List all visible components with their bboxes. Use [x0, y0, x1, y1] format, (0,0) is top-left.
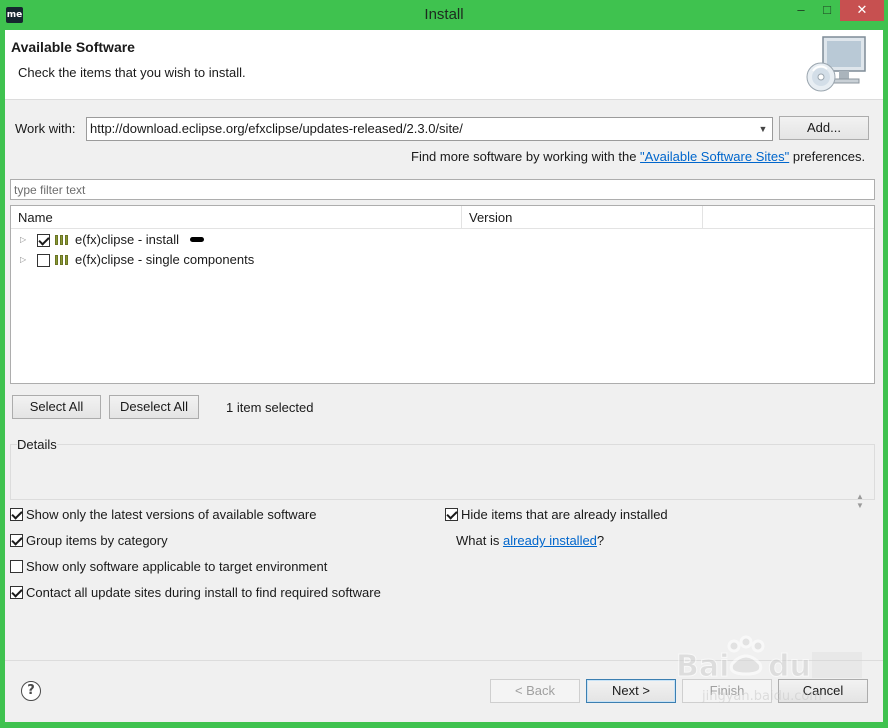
deselect-all-button[interactable]: Deselect All: [109, 395, 199, 419]
window-title: Install: [424, 6, 464, 23]
what-is-prefix: What is: [456, 533, 503, 548]
dialog-body: Work with: http://download.eclipse.org/e…: [5, 100, 883, 660]
feature-category-icon: [55, 255, 69, 265]
work-with-value: http://download.eclipse.org/efxclipse/up…: [90, 121, 463, 136]
chevron-down-icon[interactable]: ▼: [756, 118, 770, 140]
row-checkbox[interactable]: [37, 254, 50, 267]
checkbox[interactable]: [10, 586, 23, 599]
redaction-mark: [190, 237, 204, 242]
row-checkbox[interactable]: [37, 234, 50, 247]
work-with-label: Work with:: [15, 121, 76, 136]
title-bar[interactable]: me Install ‒ □ ✕: [0, 0, 888, 30]
page-subtitle: Check the items that you wish to install…: [18, 65, 246, 80]
software-tree[interactable]: Name Version ▷ e(fx)clipse - install ▷ e…: [10, 205, 875, 384]
option-label: Show only the latest versions of availab…: [26, 507, 317, 522]
details-panel: [10, 444, 875, 500]
select-all-button[interactable]: Select All: [12, 395, 101, 419]
add-site-button[interactable]: Add...: [779, 116, 869, 140]
already-installed-link[interactable]: already installed: [503, 533, 597, 548]
tree-row-label: e(fx)clipse - single components: [75, 252, 255, 267]
feature-category-icon: [55, 235, 69, 245]
column-name[interactable]: Name: [11, 206, 461, 229]
back-button[interactable]: < Back: [490, 679, 580, 703]
checkbox[interactable]: [10, 534, 23, 547]
window-frame: me Install ‒ □ ✕ Available Software Chec…: [0, 0, 888, 728]
checkbox[interactable]: [445, 508, 458, 521]
cancel-button[interactable]: Cancel: [778, 679, 868, 703]
find-more-text: Find more software by working with the "…: [411, 149, 865, 164]
tree-row-label: e(fx)clipse - install: [75, 232, 180, 247]
option-contact-update-sites[interactable]: Contact all update sites during install …: [10, 584, 430, 602]
next-button[interactable]: Next >: [586, 679, 676, 703]
filter-input[interactable]: [11, 180, 874, 199]
option-label: Show only software applicable to target …: [26, 559, 328, 574]
find-more-prefix: Find more software by working with the: [411, 149, 641, 164]
column-version[interactable]: Version: [462, 206, 702, 229]
header-banner: Available Software Check the items that …: [5, 30, 883, 100]
tree-row[interactable]: ▷ e(fx)clipse - single components: [11, 250, 874, 270]
option-hide-installed[interactable]: Hide items that are already installed: [445, 506, 865, 524]
help-icon[interactable]: ?: [21, 681, 41, 701]
selection-status: 1 item selected: [226, 400, 314, 415]
find-more-suffix: preferences.: [789, 149, 866, 164]
option-label: Contact all update sites during install …: [26, 585, 381, 600]
dialog-client: Available Software Check the items that …: [5, 30, 883, 722]
checkbox[interactable]: [10, 560, 23, 573]
page-title: Available Software: [11, 39, 135, 55]
tree-header: Name Version: [11, 206, 874, 229]
minimize-button[interactable]: ‒: [788, 0, 814, 21]
option-label: Hide items that are already installed: [461, 507, 668, 522]
maximize-button[interactable]: □: [814, 0, 840, 21]
column-divider[interactable]: [702, 206, 703, 229]
filter-field[interactable]: [10, 179, 875, 200]
close-button[interactable]: ✕: [840, 0, 884, 21]
dialog-footer: ? < Back Next > Finish Cancel: [5, 661, 883, 722]
details-label: Details: [17, 437, 57, 452]
work-with-combo[interactable]: http://download.eclipse.org/efxclipse/up…: [86, 117, 773, 141]
option-latest-versions[interactable]: Show only the latest versions of availab…: [10, 506, 430, 524]
option-group-by-category[interactable]: Group items by category: [10, 532, 430, 550]
expand-arrow-icon[interactable]: ▷: [20, 234, 28, 246]
available-sites-link[interactable]: "Available Software Sites": [640, 149, 789, 164]
tree-row[interactable]: ▷ e(fx)clipse - install: [11, 230, 874, 250]
what-is-suffix: ?: [596, 533, 605, 548]
finish-button[interactable]: Finish: [682, 679, 772, 703]
option-target-environment[interactable]: Show only software applicable to target …: [10, 558, 430, 576]
expand-arrow-icon[interactable]: ▷: [20, 254, 28, 266]
checkbox[interactable]: [10, 508, 23, 521]
option-label: Group items by category: [26, 533, 168, 548]
what-is-installed-text: What is already installed?: [456, 533, 604, 548]
monitor-with-cd-icon: [806, 36, 866, 92]
